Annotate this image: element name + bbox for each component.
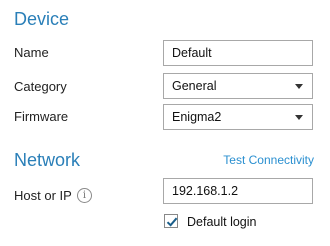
- firmware-select[interactable]: Enigma2: [163, 104, 313, 130]
- name-label: Name: [14, 45, 49, 60]
- host-label: Host or IP: [14, 188, 72, 203]
- host-input[interactable]: [163, 178, 313, 204]
- device-section-title: Device: [14, 9, 70, 29]
- info-icon[interactable]: i: [77, 188, 92, 203]
- default-login-checkbox[interactable]: [164, 214, 178, 228]
- checkmark-icon: [166, 217, 178, 227]
- category-label: Category: [14, 79, 67, 94]
- firmware-selected-value: Enigma2: [172, 110, 222, 124]
- network-section-title: Network: [14, 150, 81, 170]
- category-select[interactable]: General: [163, 73, 313, 99]
- test-connectivity-link[interactable]: Test Connectivity: [223, 153, 314, 167]
- category-selected-value: General: [172, 79, 217, 93]
- name-input[interactable]: [163, 40, 313, 66]
- default-login-label: Default login: [187, 215, 257, 229]
- chevron-down-icon: [295, 115, 303, 120]
- firmware-label: Firmware: [14, 109, 69, 124]
- chevron-down-icon: [295, 84, 303, 89]
